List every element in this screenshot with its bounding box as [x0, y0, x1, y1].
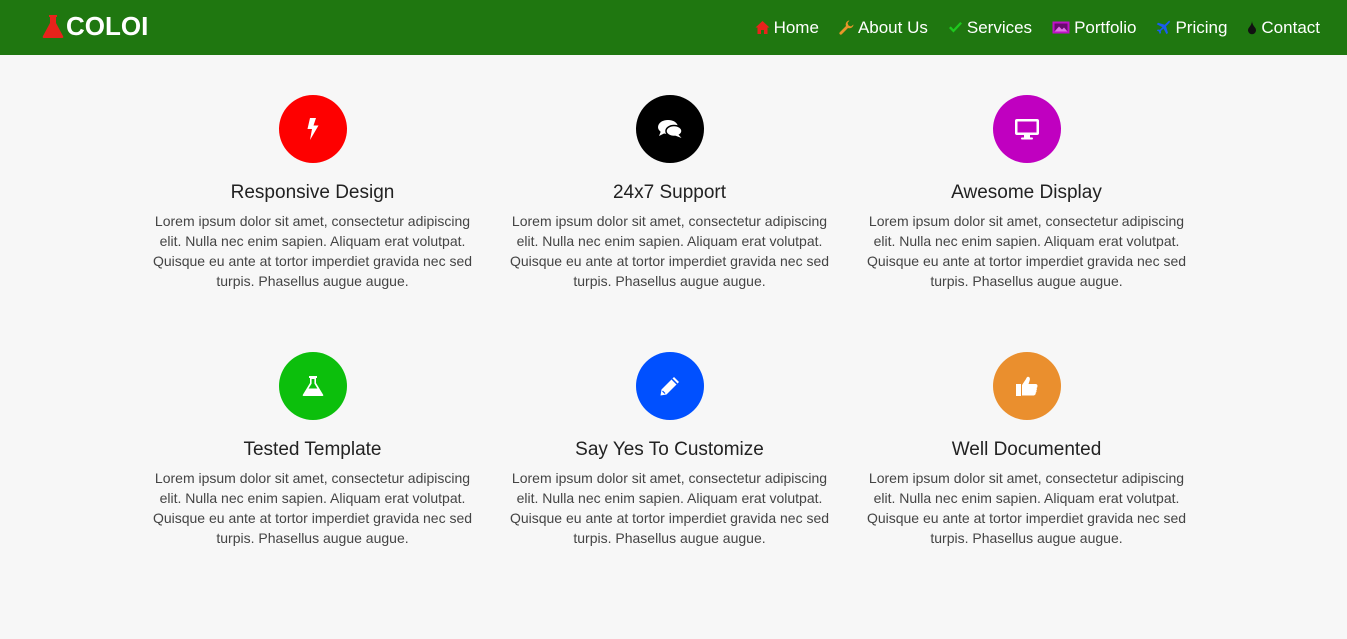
- feature-icon-circle: [992, 352, 1061, 420]
- feature-text: Lorem ipsum dolor sit amet, consectetur …: [152, 470, 473, 546]
- brand-name: COLOI: [66, 10, 149, 41]
- feature-responsive-design: Responsive Design Lorem ipsum dolor sit …: [134, 95, 491, 291]
- flask-icon: [42, 13, 64, 39]
- feature-text: Lorem ipsum dolor sit amet, consectetur …: [509, 213, 830, 289]
- feature-customize: Say Yes To Customize Lorem ipsum dolor s…: [491, 352, 848, 548]
- nav-label: Pricing: [1175, 17, 1228, 37]
- picture-icon: [1052, 20, 1070, 35]
- pencil-icon: [659, 375, 681, 397]
- feature-support: 24x7 Support Lorem ipsum dolor sit amet,…: [491, 95, 848, 291]
- nav-item-contact[interactable]: Contact: [1247, 18, 1320, 38]
- home-icon: [755, 20, 770, 35]
- feature-icon-circle: [278, 95, 347, 163]
- feature-tested-template: Tested Template Lorem ipsum dolor sit am…: [134, 352, 491, 548]
- wrench-icon: [839, 20, 854, 35]
- feature-icon-circle: [278, 352, 347, 420]
- nav-item-about[interactable]: About Us: [839, 18, 928, 38]
- nav-label: Contact: [1261, 17, 1320, 37]
- navbar: COLOI Home About Us Services Portfolio P…: [0, 0, 1347, 55]
- thumbs-up-icon: [1015, 375, 1039, 397]
- feature-icon-circle: [635, 95, 704, 163]
- feature-title: 24x7 Support: [612, 182, 727, 203]
- nav-label: About Us: [857, 17, 928, 37]
- feature-well-documented: Well Documented Lorem ipsum dolor sit am…: [848, 352, 1205, 548]
- nav-item-home[interactable]: Home: [755, 18, 819, 38]
- nav-item-portfolio[interactable]: Portfolio: [1052, 18, 1136, 38]
- nav-label: Services: [966, 17, 1033, 37]
- flask-icon: [302, 375, 324, 397]
- feature-icon-circle: [992, 95, 1061, 163]
- drop-icon: [1247, 20, 1257, 35]
- feature-text: Lorem ipsum dolor sit amet, consectetur …: [866, 213, 1187, 289]
- desktop-icon: [1014, 118, 1040, 140]
- brand-logo[interactable]: COLOI: [42, 10, 148, 42]
- feature-text: Lorem ipsum dolor sit amet, consectetur …: [152, 213, 473, 289]
- feature-title: Well Documented: [951, 439, 1102, 460]
- main-nav: Home About Us Services Portfolio Pricing…: [755, 0, 1320, 55]
- feature-title: Awesome Display: [951, 182, 1102, 203]
- check-icon: [948, 20, 963, 35]
- nav-item-services[interactable]: Services: [948, 18, 1032, 38]
- nav-label: Portfolio: [1074, 17, 1137, 37]
- nav-label: Home: [773, 17, 819, 37]
- nav-item-pricing[interactable]: Pricing: [1156, 18, 1227, 38]
- feature-title: Tested Template: [243, 439, 382, 460]
- comments-icon: [657, 119, 683, 139]
- feature-title: Responsive Design: [230, 182, 395, 203]
- feature-awesome-display: Awesome Display Lorem ipsum dolor sit am…: [848, 95, 1205, 291]
- feature-title: Say Yes To Customize: [575, 439, 764, 460]
- plane-icon: [1156, 20, 1171, 35]
- feature-icon-circle: [635, 352, 704, 420]
- feature-text: Lorem ipsum dolor sit amet, consectetur …: [509, 470, 830, 546]
- feature-text: Lorem ipsum dolor sit amet, consectetur …: [866, 470, 1187, 546]
- bolt-icon: [306, 118, 320, 140]
